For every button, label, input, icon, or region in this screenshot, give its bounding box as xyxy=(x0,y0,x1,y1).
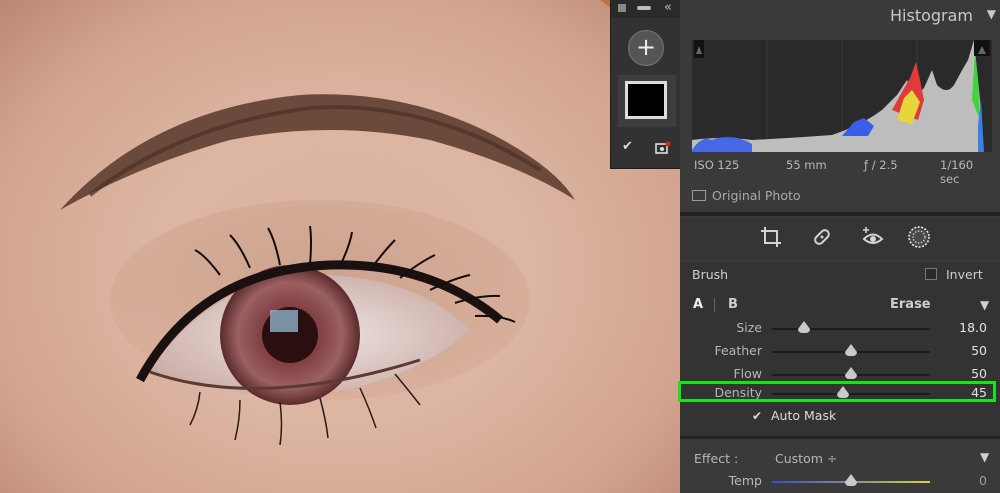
photo-canvas[interactable] xyxy=(0,0,680,493)
size-label: Size xyxy=(736,320,762,335)
size-thumb[interactable] xyxy=(797,321,810,333)
auto-mask-toggle[interactable]: ✔ Auto Mask xyxy=(752,408,836,423)
feather-slider[interactable]: Feather 50 xyxy=(680,341,1000,363)
temp-label: Temp xyxy=(728,473,762,488)
mask-thumbnail-image xyxy=(625,81,667,119)
develop-panel: Histogram ▼ ISO 125 55 mm ƒ / 2.5 1/160 … xyxy=(680,0,1000,493)
density-highlight-box xyxy=(678,381,996,402)
feather-value[interactable]: 50 xyxy=(971,343,987,358)
feather-label: Feather xyxy=(714,343,762,358)
add-mask-button[interactable]: + xyxy=(628,30,664,66)
exif-info: ISO 125 55 mm ƒ / 2.5 1/160 sec xyxy=(692,158,992,186)
original-photo-checkbox[interactable] xyxy=(692,190,706,201)
effect-label: Effect : xyxy=(694,451,739,466)
brush-b-tab[interactable]: B xyxy=(728,297,738,312)
histogram-title: Histogram xyxy=(890,6,973,25)
erase-tab[interactable]: Erase xyxy=(890,297,931,312)
feather-thumb[interactable] xyxy=(845,344,857,356)
flow-value[interactable]: 50 xyxy=(971,366,987,381)
size-track[interactable] xyxy=(772,328,930,330)
exif-shutter: 1/160 sec xyxy=(940,158,974,186)
panel-handle-icon[interactable] xyxy=(618,4,626,12)
mask-panel: « + ✔ xyxy=(610,0,681,169)
tool-strip xyxy=(680,217,1000,261)
size-value[interactable]: 18.0 xyxy=(959,320,987,335)
brush-section: Brush Invert A B Erase ▼ Size 18.0 Feath… xyxy=(680,262,1000,436)
histogram-graph[interactable] xyxy=(692,40,992,152)
divider xyxy=(680,212,1000,216)
invert-checkbox[interactable] xyxy=(925,268,937,280)
red-eye-icon[interactable] xyxy=(861,225,885,249)
flow-thumb[interactable] xyxy=(845,367,857,379)
original-photo-toggle[interactable]: Original Photo xyxy=(692,188,801,203)
size-slider[interactable]: Size 18.0 xyxy=(680,318,1000,340)
original-photo-label: Original Photo xyxy=(712,188,801,203)
show-overlay-checkbox[interactable]: ✔ xyxy=(622,140,634,153)
collapse-triangle-icon[interactable]: ▼ xyxy=(987,7,996,21)
effect-section: Effect : Custom ÷ ▼ Temp 0 xyxy=(680,439,1000,493)
masking-icon[interactable] xyxy=(907,225,931,249)
exif-focal-length: 55 mm xyxy=(786,158,827,172)
invert-label: Invert xyxy=(946,267,983,282)
auto-mask-label: Auto Mask xyxy=(771,408,837,423)
brush-label: Brush xyxy=(692,267,729,282)
crop-icon[interactable] xyxy=(759,225,783,249)
minimize-icon[interactable] xyxy=(637,6,651,10)
flow-label: Flow xyxy=(733,366,762,381)
mask-panel-header: « xyxy=(611,0,681,18)
temp-slider[interactable]: Temp 0 xyxy=(680,471,1000,493)
histogram-header[interactable]: Histogram ▼ xyxy=(680,0,1000,32)
collapse-icon[interactable]: « xyxy=(664,0,672,16)
exif-iso: ISO 125 xyxy=(694,158,740,172)
brush-a-tab[interactable]: A xyxy=(693,297,703,312)
auto-mask-checkbox[interactable]: ✔ xyxy=(752,410,763,422)
overlay-settings-icon[interactable] xyxy=(655,141,671,155)
eye-photo xyxy=(60,0,680,446)
temp-value[interactable]: 0 xyxy=(979,473,987,488)
brush-options-triangle-icon[interactable]: ▼ xyxy=(980,298,989,312)
effect-preset-dropdown[interactable]: Custom ÷ xyxy=(775,451,837,466)
effect-collapse-triangle-icon[interactable]: ▼ xyxy=(980,450,989,464)
temp-thumb[interactable] xyxy=(845,474,857,486)
divider xyxy=(714,298,715,312)
healing-icon[interactable] xyxy=(810,225,834,249)
mask-thumbnail[interactable] xyxy=(618,75,676,127)
exif-aperture: ƒ / 2.5 xyxy=(864,158,898,172)
